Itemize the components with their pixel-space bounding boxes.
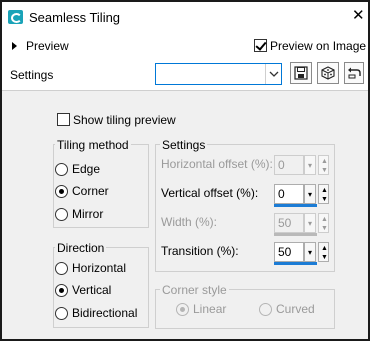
radio-mirror[interactable] — [55, 208, 68, 221]
chevron-down-icon[interactable]: ▾ — [304, 184, 316, 204]
tiling-method-title: Tiling method — [55, 138, 131, 152]
settings-toolbar: Settings — [2, 60, 368, 90]
preview-on-image-label[interactable]: Preview on Image — [270, 39, 366, 53]
radio-edge-label[interactable]: Edge — [72, 162, 100, 176]
radio-vertical[interactable] — [55, 284, 68, 297]
radio-horizontal-label[interactable]: Horizontal — [72, 261, 126, 275]
preview-on-image-checkbox[interactable] — [254, 39, 267, 52]
stepper-buttons[interactable]: ▲ ▼ — [318, 213, 329, 233]
radio-edge[interactable] — [55, 163, 68, 176]
seamless-tiling-dialog: Seamless Tiling ✕ Preview Preview on Ima… — [0, 0, 370, 341]
randomize-button[interactable] — [317, 62, 339, 84]
radio-linear-label[interactable]: Linear — [193, 302, 226, 316]
corner-style-title: Corner style — [160, 283, 229, 297]
reset-icon — [348, 67, 361, 79]
transition-spinner[interactable]: 50 ▾ ▲ ▼ — [274, 242, 329, 265]
vertical-offset-input[interactable]: 0 — [274, 184, 304, 204]
expand-arrow-icon[interactable] — [12, 42, 17, 50]
dice-icon — [321, 66, 335, 80]
title-bar: Seamless Tiling ✕ — [2, 2, 368, 32]
vertical-offset-label: Vertical offset (%): — [161, 186, 259, 200]
divider — [2, 90, 368, 91]
radio-curved[interactable] — [259, 303, 272, 316]
radio-corner[interactable] — [55, 185, 68, 198]
chevron-down-icon[interactable]: ▾ — [304, 155, 316, 175]
horizontal-offset-input[interactable]: 0 — [274, 155, 304, 175]
value-slider-track[interactable] — [274, 262, 317, 265]
preview-toggle-label[interactable]: Preview — [26, 39, 69, 53]
close-button[interactable]: ✕ — [352, 8, 365, 24]
stepper-buttons[interactable]: ▲ ▼ — [318, 184, 329, 204]
settings-group-title: Settings — [160, 138, 208, 152]
preset-dropdown[interactable] — [155, 63, 282, 85]
stepper-buttons[interactable]: ▲ ▼ — [318, 155, 329, 175]
horizontal-offset-spinner[interactable]: 0 ▾ ▲ ▼ — [274, 155, 329, 177]
horizontal-offset-label: Horizontal offset (%): — [161, 157, 273, 171]
show-tiling-preview-label[interactable]: Show tiling preview — [73, 113, 176, 127]
radio-vertical-label[interactable]: Vertical — [72, 283, 111, 297]
radio-linear[interactable] — [176, 303, 189, 316]
chevron-down-icon[interactable]: ▾ — [304, 213, 316, 233]
settings-label: Settings — [10, 68, 54, 82]
transition-input[interactable]: 50 — [274, 242, 304, 262]
stepper-buttons[interactable]: ▲ ▼ — [318, 242, 329, 262]
radio-mirror-label[interactable]: Mirror — [72, 207, 103, 221]
window-title: Seamless Tiling — [29, 10, 121, 25]
chevron-down-icon[interactable]: ▾ — [304, 242, 316, 262]
direction-title: Direction — [55, 241, 107, 255]
reset-button[interactable] — [344, 62, 364, 84]
value-slider-track — [274, 233, 317, 236]
width-input[interactable]: 50 — [274, 213, 304, 233]
radio-horizontal[interactable] — [55, 262, 68, 275]
width-label: Width (%): — [161, 215, 218, 229]
save-icon — [294, 66, 308, 80]
chevron-down-icon[interactable] — [265, 64, 281, 84]
save-preset-button[interactable] — [290, 62, 312, 84]
show-tiling-preview-checkbox[interactable] — [57, 113, 70, 126]
radio-bidirectional[interactable] — [55, 307, 68, 320]
vertical-offset-spinner[interactable]: 0 ▾ ▲ ▼ — [274, 184, 329, 207]
width-spinner[interactable]: 50 ▾ ▲ ▼ — [274, 213, 329, 236]
app-icon — [8, 10, 23, 24]
transition-label: Transition (%): — [161, 244, 239, 258]
radio-curved-label[interactable]: Curved — [276, 302, 315, 316]
value-slider-track[interactable] — [274, 204, 317, 207]
radio-corner-label[interactable]: Corner — [72, 184, 109, 198]
radio-bidirectional-label[interactable]: Bidirectional — [72, 306, 137, 320]
